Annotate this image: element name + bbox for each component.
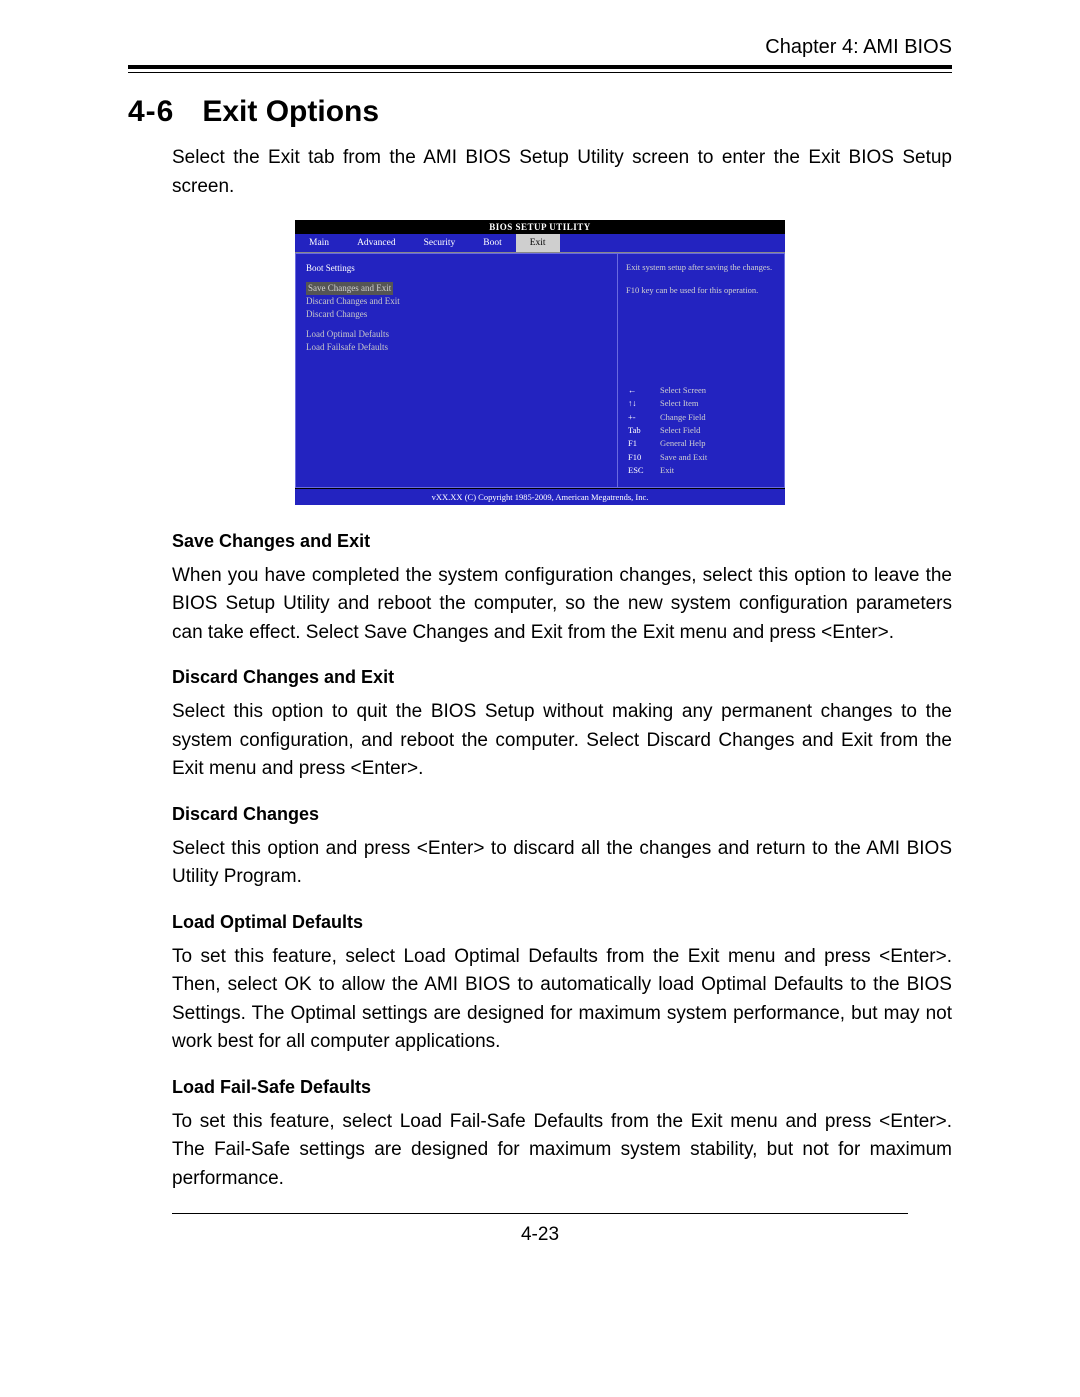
bios-title: BIOS SETUP UTILITY — [295, 220, 785, 234]
bios-screenshot: BIOS SETUP UTILITY Main Advanced Securit… — [295, 220, 785, 505]
bios-tab-exit[interactable]: Exit — [516, 234, 560, 252]
section-title: 4-6 Exit Options — [128, 95, 952, 129]
bios-tab-advanced[interactable]: Advanced — [343, 234, 410, 252]
bios-menu-item[interactable]: Load Failsafe Defaults — [306, 341, 607, 354]
bios-menu-item[interactable]: Discard Changes — [306, 308, 607, 321]
section-number: 4-6 — [128, 95, 174, 129]
subheading: Load Fail-Safe Defaults — [172, 1077, 952, 1098]
bios-menu-item[interactable]: Load Optimal Defaults — [306, 328, 607, 341]
body-paragraph: To set this feature, select Load Fail-Sa… — [172, 1108, 952, 1194]
page-number: 4-23 — [128, 1224, 952, 1246]
chapter-header: Chapter 4: AMI BIOS — [128, 36, 952, 59]
bios-tab-bar: Main Advanced Security Boot Exit — [295, 234, 785, 252]
bios-tab-boot[interactable]: Boot — [469, 234, 515, 252]
intro-paragraph: Select the Exit tab from the AMI BIOS Se… — [172, 143, 952, 202]
bios-help-text: Exit system setup after saving the chang… — [626, 262, 776, 296]
bios-menu-item[interactable]: Save Changes and Exit — [306, 282, 393, 295]
bios-key-legend: ←Select Screen ↑↓Select Item +-Change Fi… — [626, 383, 776, 479]
bios-help-panel: Exit system setup after saving the chang… — [617, 253, 785, 488]
bios-tab-security[interactable]: Security — [410, 234, 470, 252]
subheading: Discard Changes and Exit — [172, 667, 952, 688]
body-paragraph: To set this feature, select Load Optimal… — [172, 943, 952, 1057]
bios-menu-panel: Boot Settings Save Changes and Exit Disc… — [295, 253, 617, 488]
footer-rule — [172, 1213, 908, 1214]
header-rule-thick — [128, 65, 952, 69]
subheading: Save Changes and Exit — [172, 531, 952, 552]
bios-copyright: vXX.XX (C) Copyright 1985-2009, American… — [295, 488, 785, 505]
bios-menu-item[interactable]: Discard Changes and Exit — [306, 295, 607, 308]
body-paragraph: Select this option and press <Enter> to … — [172, 835, 952, 892]
subheading: Load Optimal Defaults — [172, 912, 952, 933]
subheading: Discard Changes — [172, 804, 952, 825]
body-paragraph: Select this option to quit the BIOS Setu… — [172, 698, 952, 784]
bios-menu-heading: Boot Settings — [306, 262, 607, 275]
bios-tab-main[interactable]: Main — [295, 234, 343, 252]
body-paragraph: When you have completed the system confi… — [172, 562, 952, 648]
header-rule-thin — [128, 72, 952, 73]
section-name: Exit Options — [202, 95, 379, 128]
